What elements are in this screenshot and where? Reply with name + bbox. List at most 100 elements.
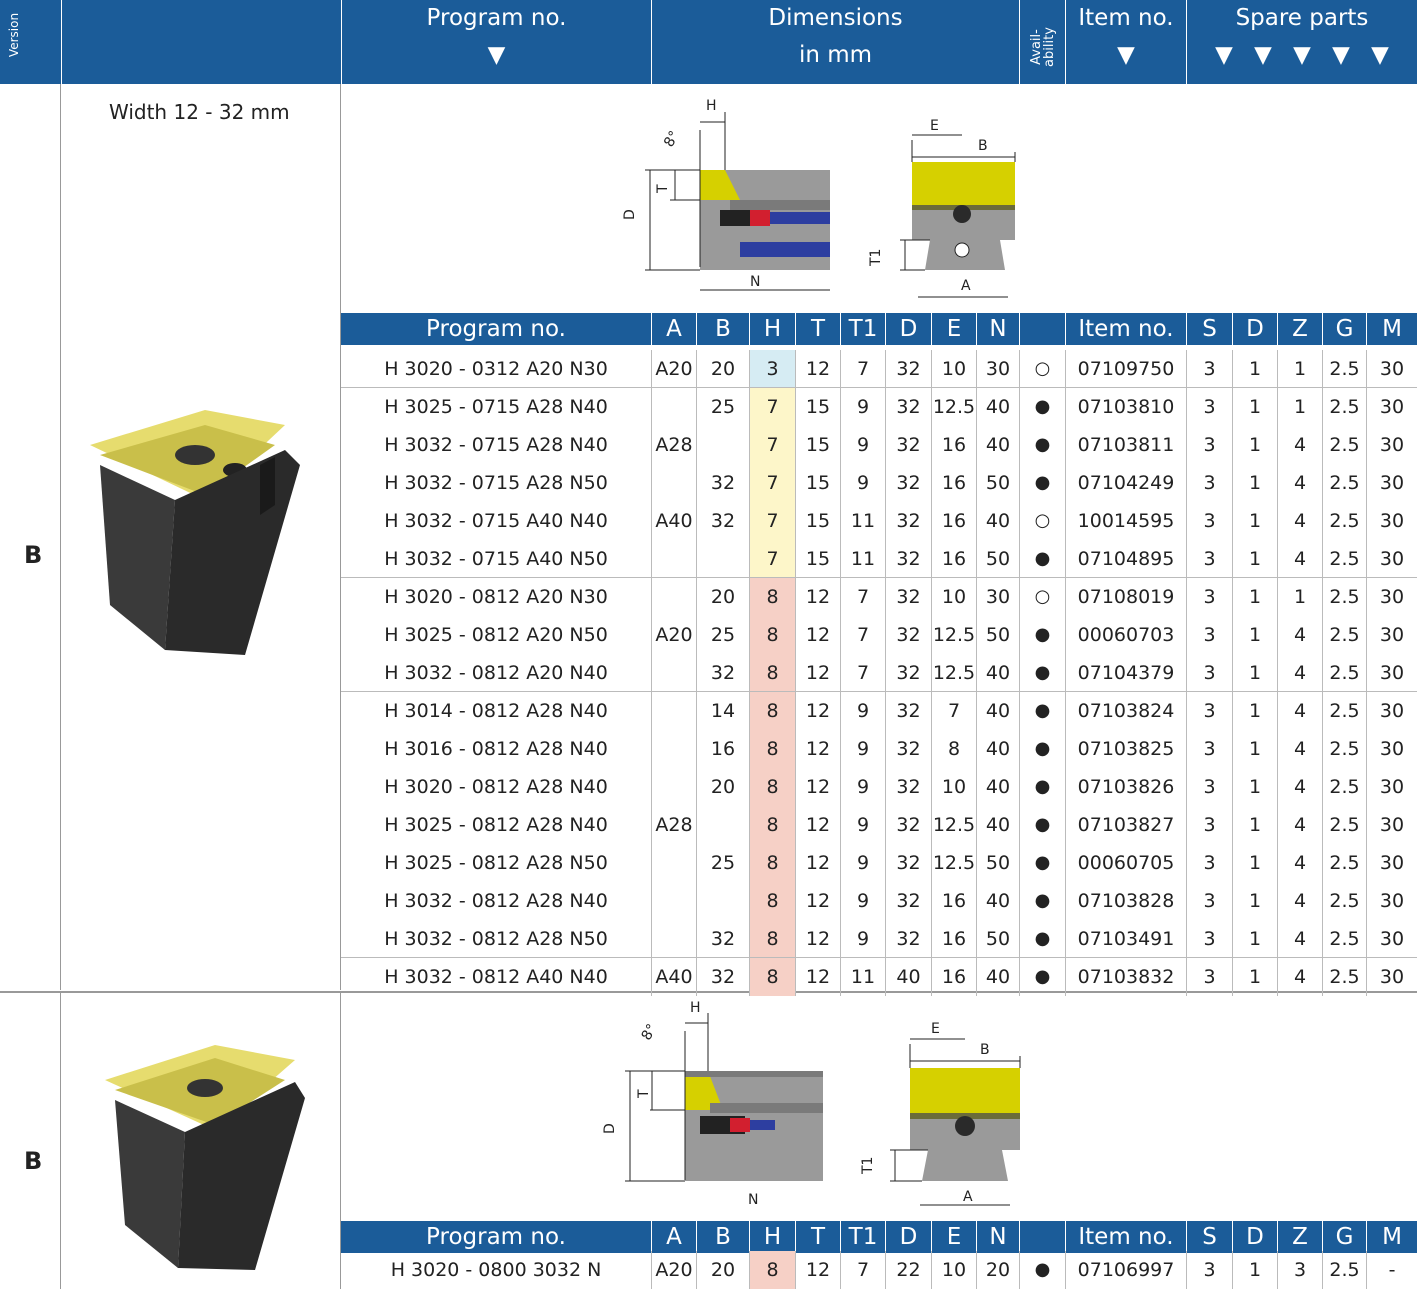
column-header-a: A: [651, 313, 696, 345]
cell-d: 32: [885, 426, 931, 464]
cell-n: 30: [976, 578, 1019, 616]
cell-item: 07106997: [1065, 1251, 1186, 1289]
cell-d: 22: [885, 1251, 931, 1289]
cell-g: 2.5: [1322, 882, 1366, 920]
cell-g: 2.5: [1322, 578, 1366, 616]
cell-s: 3: [1186, 1251, 1232, 1289]
column-header-d: D: [885, 1221, 931, 1253]
cell-sd: 1: [1232, 502, 1277, 540]
label2-h: H: [690, 1000, 701, 1016]
label2-d: D: [602, 1123, 618, 1134]
cell-a: A40: [651, 502, 696, 540]
cell-n: 20: [976, 1251, 1019, 1289]
cell-item: 07108019: [1065, 578, 1186, 616]
cell-item: 07103828: [1065, 882, 1186, 920]
column-header-z: Z: [1277, 1221, 1322, 1253]
cell-d: 32: [885, 730, 931, 768]
cell-prog: H 3025 - 0812 A28 N50: [384, 852, 608, 874]
program-header-label: Program no.: [426, 5, 567, 31]
cell-n: 30: [976, 350, 1019, 388]
cell-e: 10: [931, 578, 976, 616]
cell-g: 2.5: [1322, 844, 1366, 882]
cell-t: 15: [795, 540, 840, 578]
cell-t1: 7: [840, 1251, 885, 1289]
cell-av: ○: [1019, 578, 1065, 616]
cell-t1: 9: [840, 882, 885, 920]
column-header-prog: Program no.: [426, 316, 566, 342]
cell-z: 4: [1277, 616, 1322, 654]
cell-s: 3: [1186, 768, 1232, 806]
table-row: H 3020 - 0800 3032 N A20 20 8 12 7 22 10 20 ● 0710…: [341, 1251, 1417, 1289]
cell-z: 1: [1277, 350, 1322, 388]
column-header-s: S: [1186, 1221, 1232, 1253]
cell-item: 07104379: [1065, 654, 1186, 692]
cell-n: 50: [976, 540, 1019, 578]
table-header-1: Program no. A B H T T1 D E N Item no. S D Z G M: [341, 313, 1417, 345]
table-row: H 3032 - 0715 A28 N40 A28 7 15 9 32 16 40 ● 07103…: [341, 426, 1417, 464]
label-n: N: [750, 274, 760, 290]
technical-drawing-2: H 8° T D N E B T1 A: [602, 1000, 1021, 1208]
cell-g: 2.5: [1322, 502, 1366, 540]
cell-d: 32: [885, 768, 931, 806]
cell-s: 3: [1186, 350, 1232, 388]
cell-e: 12.5: [931, 844, 976, 882]
cell-t1: 9: [840, 692, 885, 730]
cell-b: 32: [696, 920, 749, 958]
cell-h: 7: [749, 502, 795, 540]
item-header-label: Item no.: [1078, 5, 1174, 31]
cell-z: 4: [1277, 844, 1322, 882]
cell-z: 4: [1277, 540, 1322, 578]
cell-e: 10: [931, 768, 976, 806]
cell-z: 4: [1277, 730, 1322, 768]
cell-av: ○: [1019, 502, 1065, 540]
cell-d: 32: [885, 806, 931, 844]
program-arrow-icon: ▼: [487, 42, 506, 68]
cell-d: 32: [885, 882, 931, 920]
cell-b: [696, 426, 749, 464]
cell-z: 3: [1277, 1251, 1322, 1289]
dimensions-label: Dimensions: [768, 5, 903, 31]
cell-b: 20: [696, 1251, 749, 1289]
column-header-h: H: [749, 1221, 795, 1253]
cell-prog: H 3032 - 0715 A28 N40: [384, 434, 608, 456]
cell-g: 2.5: [1322, 730, 1366, 768]
cell-h: 8: [749, 578, 795, 616]
cell-m: 30: [1366, 578, 1417, 616]
label-a: A: [961, 278, 971, 294]
cell-a: [651, 882, 696, 920]
cell-d: 32: [885, 616, 931, 654]
column-header-item: Item no.: [1065, 313, 1186, 345]
cell-n: 50: [976, 464, 1019, 502]
cell-e: 12.5: [931, 616, 976, 654]
cell-sd: 1: [1232, 730, 1277, 768]
cell-a: A28: [651, 806, 696, 844]
table-row: H 3032 - 0715 A40 N50 7 15 11 32 16 50 ● 0710489…: [341, 540, 1417, 578]
label2-a: A: [963, 1189, 973, 1205]
cell-t1: 9: [840, 388, 885, 426]
cell-t: 12: [795, 730, 840, 768]
cell-prog: H 3032 - 0812 A28 N40: [384, 890, 608, 912]
cell-item: 10014595: [1065, 502, 1186, 540]
cell-g: 2.5: [1322, 350, 1366, 388]
cell-n: 40: [976, 692, 1019, 730]
cell-sd: 1: [1232, 616, 1277, 654]
cell-n: 50: [976, 844, 1019, 882]
cell-n: 40: [976, 768, 1019, 806]
cell-prog: H 3032 - 0812 A28 N50: [384, 928, 608, 950]
cell-t: 12: [795, 806, 840, 844]
cell-s: 3: [1186, 578, 1232, 616]
cell-sd: 1: [1232, 464, 1277, 502]
cell-s: 3: [1186, 388, 1232, 426]
label2-angle: 8°: [639, 1021, 661, 1043]
cell-t1: 9: [840, 768, 885, 806]
cell-prog: H 3032 - 0715 A40 N40: [384, 510, 608, 532]
cell-t1: 9: [840, 730, 885, 768]
label-b: B: [978, 138, 988, 154]
cell-g: 2.5: [1322, 616, 1366, 654]
cell-g: 2.5: [1322, 464, 1366, 502]
cell-g: 2.5: [1322, 768, 1366, 806]
version-b-1: B: [24, 541, 43, 569]
cell-s: 3: [1186, 844, 1232, 882]
cell-a: [651, 578, 696, 616]
cell-a: [651, 464, 696, 502]
